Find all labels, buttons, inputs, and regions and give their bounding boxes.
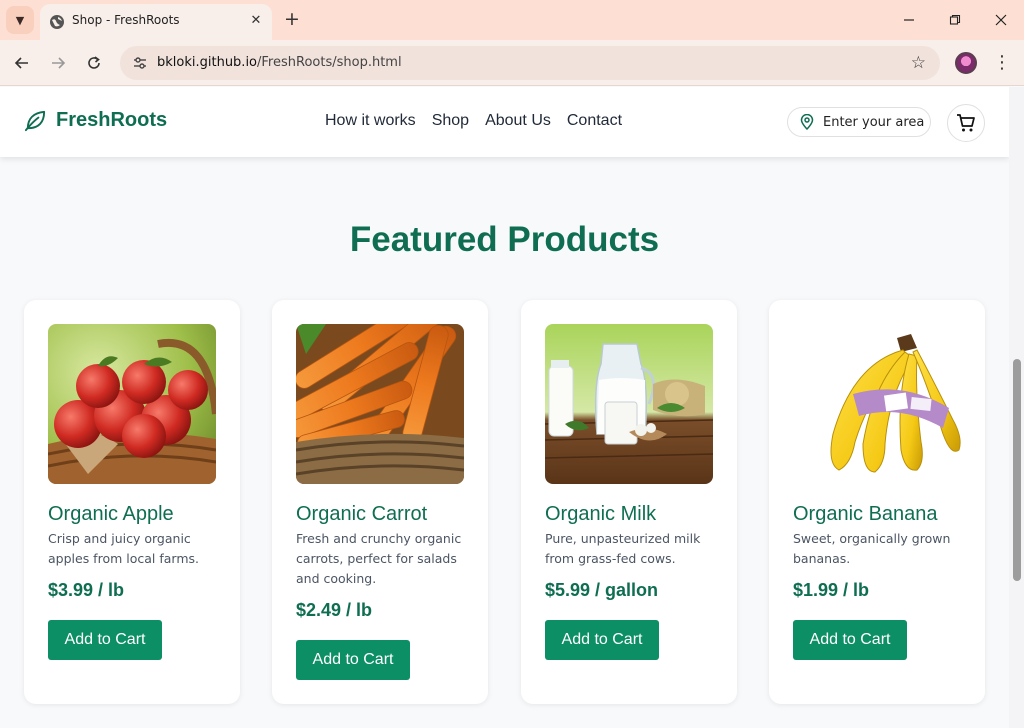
cart-button[interactable] [947,104,985,142]
product-name: Organic Apple [48,503,174,525]
product-description: Sweet, organically grown bananas. [793,531,951,566]
apple-basket-image [48,324,216,484]
url-domain: bkloki.github.io [157,55,258,70]
browser-tab[interactable]: Shop - FreshRoots ✕ [40,4,272,40]
url-text: bkloki.github.io/FreshRoots/shop.html [157,55,402,70]
scrollbar-thumb[interactable] [1013,359,1021,581]
browser-menu-icon[interactable]: ⋮ [992,52,1012,74]
globe-icon [50,15,64,29]
product-price: $3.99 / lb [48,580,125,600]
tab-title: Shop - FreshRoots [72,13,180,27]
product-description: Crisp and juicy organic apples from loca… [48,531,199,566]
product-card: Organic Milk Pure, unpasteurized milk fr… [521,300,737,704]
main-nav: How it works Shop About Us Contact [325,112,622,130]
url-path: /FreshRoots/shop.html [257,55,402,70]
area-selector-label: Enter your area [823,114,925,130]
product-price: $5.99 / gallon [545,580,659,600]
site-logo[interactable]: FreshRoots [24,109,167,132]
add-to-cart-button[interactable]: Add to Cart [545,620,659,660]
product-name: Organic Milk [545,503,657,525]
reload-icon[interactable] [80,49,108,77]
product-card: Organic Carrot Fresh and crunchy organic… [272,300,488,704]
location-pin-icon [800,114,814,130]
product-price: $2.49 / lb [296,600,373,620]
add-to-cart-button[interactable]: Add to Cart [793,620,907,660]
nav-contact[interactable]: Contact [567,112,622,130]
product-card: Organic Banana Sweet, organically grown … [769,300,985,704]
browser-toolbar: bkloki.github.io/FreshRoots/shop.html ☆ … [0,40,1024,86]
page-scrollbar[interactable] [1009,87,1024,728]
add-to-cart-button[interactable]: Add to Cart [48,620,162,660]
nav-shop[interactable]: Shop [432,112,469,130]
nav-how-it-works[interactable]: How it works [325,112,416,130]
site-info-icon[interactable] [132,55,148,71]
tab-search-icon[interactable]: ▼ [6,6,34,34]
browser-tab-bar: ▼ Shop - FreshRoots ✕ + [0,0,1024,40]
cart-icon [957,114,975,132]
add-to-cart-button[interactable]: Add to Cart [296,640,410,680]
nav-about-us[interactable]: About Us [485,112,551,130]
site-header: FreshRoots How it works Shop About Us Co… [0,87,1009,157]
product-price: $1.99 / lb [793,580,870,600]
address-bar[interactable]: bkloki.github.io/FreshRoots/shop.html ☆ [120,46,940,80]
product-name: Organic Carrot [296,503,428,525]
product-card: Organic Apple Crisp and juicy organic ap… [24,300,240,704]
product-description: Pure, unpasteurized milk from grass-fed … [545,531,701,566]
area-selector-button[interactable]: Enter your area [787,107,931,137]
logo-text: FreshRoots [56,109,168,131]
new-tab-icon[interactable]: + [281,8,303,30]
minimize-icon[interactable] [886,6,932,34]
close-window-icon[interactable] [978,6,1024,34]
product-name: Organic Banana [793,503,938,525]
close-tab-icon[interactable]: ✕ [247,12,265,30]
forward-icon[interactable] [44,49,72,77]
product-description: Fresh and crunchy organic carrots, perfe… [296,531,462,586]
leaf-icon [24,110,46,132]
page-viewport: FreshRoots How it works Shop About Us Co… [0,87,1009,728]
milk-jug-image [545,324,713,484]
restore-icon[interactable] [932,6,978,34]
banana-bunch-image [793,324,961,484]
profile-avatar[interactable] [955,52,977,74]
carrot-basket-image [296,324,464,484]
back-icon[interactable] [8,49,36,77]
bookmark-star-icon[interactable]: ☆ [911,53,926,73]
section-title: Featured Products [349,220,660,259]
